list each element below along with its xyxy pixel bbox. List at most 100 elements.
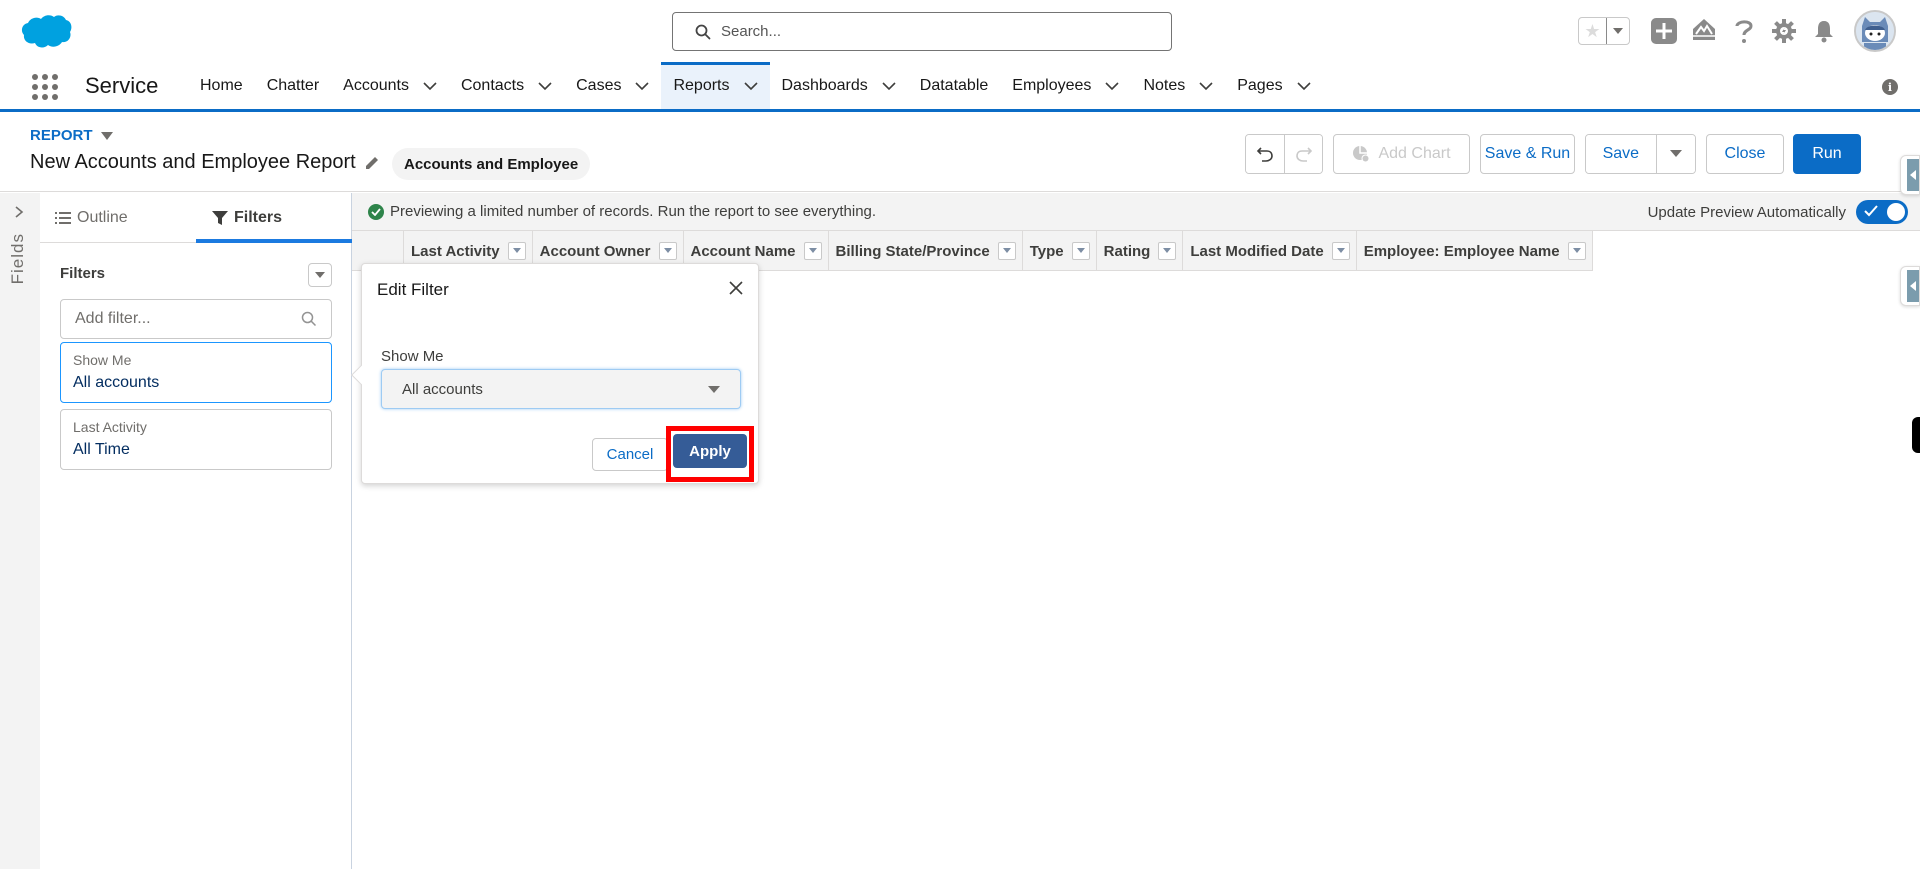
chevron-down-icon xyxy=(100,131,113,140)
column-header-label: Type xyxy=(1029,242,1064,260)
chevron-down-icon[interactable] xyxy=(423,81,437,91)
column-menu-button[interactable] xyxy=(1158,242,1177,260)
chevron-down-icon[interactable] xyxy=(1105,81,1120,91)
app-navigation-bar: Service Home Chatter Accounts Contacts Cases… xyxy=(0,62,1920,112)
user-avatar[interactable] xyxy=(1854,10,1896,52)
edit-pencil-icon[interactable] xyxy=(364,155,380,171)
column-header[interactable]: Type xyxy=(1023,231,1097,271)
column-header-label: Last Modified Date xyxy=(1190,242,1324,260)
chevron-down-icon xyxy=(1076,248,1085,253)
column-header[interactable]: Employee: Employee Name xyxy=(1357,231,1593,271)
save-button-group: Save xyxy=(1585,134,1696,174)
global-search-box[interactable] xyxy=(672,12,1172,51)
filters-menu-button[interactable] xyxy=(308,263,332,287)
report-title: New Accounts and Employee Report xyxy=(30,151,356,173)
filter-card-value: All Time xyxy=(73,441,130,458)
column-menu-button[interactable] xyxy=(1331,242,1350,260)
chevron-down-icon xyxy=(1669,150,1682,157)
column-menu-button[interactable] xyxy=(1071,242,1090,260)
toggle-knob xyxy=(1887,203,1905,221)
add-chart-label: Add Chart xyxy=(1378,145,1451,162)
column-header[interactable]: Last Modified Date xyxy=(1183,231,1357,271)
favorites-dropdown-icon[interactable] xyxy=(1607,18,1629,44)
column-menu-button[interactable] xyxy=(1567,242,1586,260)
redo-button[interactable] xyxy=(1284,135,1322,173)
favorites-button-group: ★ xyxy=(1578,17,1630,45)
nav-item-pages[interactable]: Pages xyxy=(1225,62,1322,109)
help-icon[interactable] xyxy=(1730,17,1758,45)
right-panel-handle-bottom[interactable] xyxy=(1900,266,1920,306)
notifications-bell-icon[interactable] xyxy=(1810,17,1838,45)
column-menu-button[interactable] xyxy=(658,242,677,260)
preview-banner: Previewing a limited number of records. … xyxy=(352,193,1920,231)
column-menu-button[interactable] xyxy=(803,242,822,260)
global-actions-plus-icon[interactable] xyxy=(1650,17,1678,45)
nav-item-label: Pages xyxy=(1237,76,1283,94)
nav-item-accounts[interactable]: Accounts xyxy=(331,62,449,109)
nav-item-chatter[interactable]: Chatter xyxy=(255,62,331,109)
chevron-down-icon[interactable] xyxy=(743,81,758,91)
setup-gear-icon[interactable] xyxy=(1770,17,1798,45)
chevron-down-icon[interactable] xyxy=(882,81,896,91)
active-tab-indicator xyxy=(196,239,352,243)
add-filter-box[interactable] xyxy=(60,299,332,339)
undo-redo-group xyxy=(1245,134,1323,174)
auto-update-toggle[interactable] xyxy=(1856,200,1908,224)
report-object-menu[interactable]: REPORT xyxy=(30,127,113,144)
trailhead-icon[interactable] xyxy=(1690,17,1718,45)
nav-item-label: Contacts xyxy=(460,76,525,94)
nav-item-datatable[interactable]: Datatable xyxy=(908,62,1001,109)
app-launcher-icon[interactable] xyxy=(30,72,58,100)
close-icon[interactable] xyxy=(726,278,746,298)
chevron-down-icon[interactable] xyxy=(538,81,552,91)
column-header[interactable]: Billing State/Province xyxy=(829,231,1023,271)
save-button[interactable]: Save xyxy=(1586,135,1656,173)
column-header[interactable]: Rating xyxy=(1097,231,1184,271)
nav-item-cases[interactable]: Cases xyxy=(564,62,661,109)
side-scroll-tab[interactable] xyxy=(1912,417,1920,453)
show-me-select[interactable]: All accounts xyxy=(381,369,741,409)
filter-card-show-me[interactable]: Show Me All accounts xyxy=(60,342,332,403)
save-and-run-button[interactable]: Save & Run xyxy=(1480,134,1575,174)
column-menu-button[interactable] xyxy=(507,242,526,260)
close-button[interactable]: Close xyxy=(1706,134,1784,174)
chevron-down-icon[interactable] xyxy=(1199,81,1213,91)
cancel-button[interactable]: Cancel xyxy=(592,438,668,471)
nav-item-dashboards[interactable]: Dashboards xyxy=(770,62,908,109)
info-icon[interactable]: i xyxy=(1882,79,1898,95)
nav-items: Home Chatter Accounts Contacts Cases Reports D… xyxy=(188,62,1323,109)
filter-card-last-activity[interactable]: Last Activity All Time xyxy=(60,409,332,470)
save-options-dropdown[interactable] xyxy=(1655,135,1695,173)
chevron-down-icon xyxy=(1336,248,1345,253)
salesforce-logo-icon[interactable] xyxy=(20,14,72,50)
undo-button[interactable] xyxy=(1246,135,1284,173)
apply-button[interactable]: Apply xyxy=(673,434,747,468)
fields-rail[interactable]: Fields xyxy=(0,193,40,869)
column-header-label: Account Name xyxy=(690,242,796,260)
add-filter-input[interactable] xyxy=(75,310,301,328)
nav-item-employees[interactable]: Employees xyxy=(1000,62,1131,109)
nav-item-label: Home xyxy=(200,76,243,94)
chevron-down-icon xyxy=(708,385,720,393)
add-chart-button[interactable]: Add Chart xyxy=(1333,134,1470,174)
nav-item-notes[interactable]: Notes xyxy=(1131,62,1225,109)
panel-tabs: Outline Filters xyxy=(40,193,352,243)
column-header-label: Account Owner xyxy=(539,242,651,260)
run-button[interactable]: Run xyxy=(1793,134,1861,174)
nav-item-contacts[interactable]: Contacts xyxy=(449,62,564,109)
nav-item-label: Reports xyxy=(673,76,730,94)
nav-item-home[interactable]: Home xyxy=(188,62,255,109)
chevron-right-icon[interactable] xyxy=(14,205,24,219)
nav-item-label: Dashboards xyxy=(781,76,868,94)
nav-item-label: Employees xyxy=(1012,76,1092,94)
favorites-star-icon[interactable]: ★ xyxy=(1579,18,1607,44)
global-search-input[interactable] xyxy=(721,23,1141,40)
column-menu-button[interactable] xyxy=(997,242,1016,260)
chevron-down-icon[interactable] xyxy=(635,81,650,91)
report-title-row: New Accounts and Employee Report xyxy=(30,151,380,174)
nav-item-reports[interactable]: Reports xyxy=(661,62,770,109)
tab-filters[interactable]: Filters xyxy=(196,193,352,243)
right-panel-handle-top[interactable] xyxy=(1900,155,1920,195)
tab-outline[interactable]: Outline xyxy=(40,193,196,243)
chevron-down-icon[interactable] xyxy=(1297,81,1311,91)
